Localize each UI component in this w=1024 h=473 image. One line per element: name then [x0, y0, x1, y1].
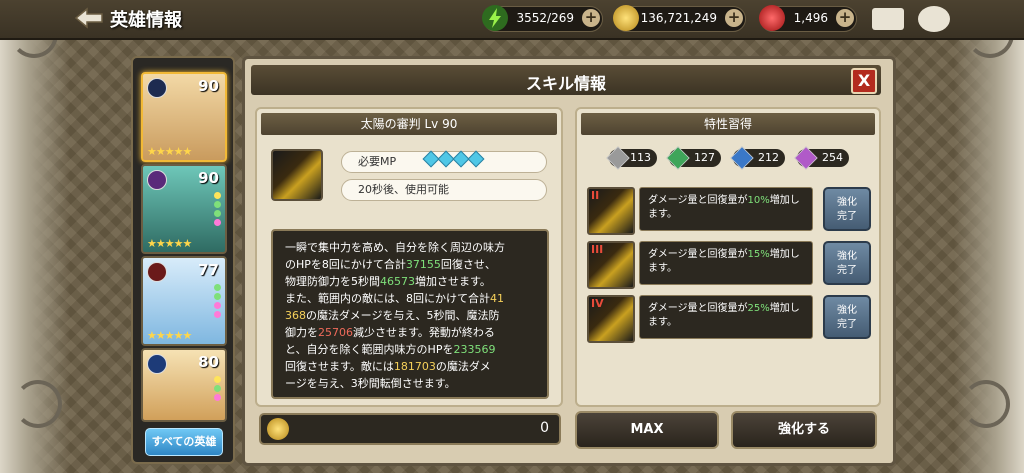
top-bar: 英雄情報 3552/269 + 136,721,249 + 1,496 + [0, 0, 1024, 40]
close-button[interactable]: X [851, 68, 877, 94]
ruby-icon [759, 5, 785, 31]
material-blue: 212 [730, 146, 785, 170]
hero-level: 90 [198, 77, 219, 95]
purple-material-icon [794, 146, 818, 170]
class-sword-icon [147, 170, 167, 190]
hero-card[interactable]: 77 ★★★★★ [141, 256, 227, 346]
trait-text: ダメージ量と回復量が15%増加し ます。 [639, 241, 813, 285]
skill-panel: 太陽の審判 Lv 90 必要MP 20秒後、使用可能 一瞬で集中力を高め、自分を… [255, 107, 563, 407]
mp-requirement: 必要MP [341, 150, 547, 173]
trait-title: 特性習得 [581, 113, 875, 135]
material-grey: 113 [606, 146, 657, 170]
mp-gems-icon [422, 150, 485, 168]
hero-stars: ★★★★★ [147, 237, 192, 250]
description-line: ージを与え、3秒間転倒させます。 [285, 377, 456, 390]
trait-icon: IV [587, 295, 635, 343]
trait-text: ダメージ量と回復量が10%増加し ます。 [639, 187, 813, 231]
add-gem-button[interactable]: + [836, 9, 854, 27]
green-material-icon [666, 146, 690, 170]
add-gold-button[interactable]: + [725, 9, 743, 27]
skill-name: 太陽の審判 Lv 90 [261, 113, 557, 135]
description-line: 物理防御力を5秒間46573増加させます。 [285, 275, 491, 288]
description-line: 368の魔法ダメージを与え、5秒間、魔法防 [285, 309, 500, 322]
left-ornament [0, 0, 70, 473]
hero-pips [214, 376, 222, 403]
trait-panel: 特性習得 113 127 212 254 II ダメージ量と回復量が10%増加し… [575, 107, 881, 407]
hero-stars: ★★★★★ [147, 329, 192, 342]
gold-cost-value: 0 [540, 420, 549, 436]
description-line: のHPを8回にかけて合計37155回復させ、 [285, 258, 496, 271]
mail-icon[interactable] [872, 8, 904, 30]
class-shield-icon [147, 78, 167, 98]
enhance-complete-button[interactable]: 強化 完了 [823, 241, 871, 285]
hero-pips [214, 284, 222, 320]
enhance-complete-button[interactable]: 強化 完了 [823, 187, 871, 231]
modal-title: スキル情報 [525, 74, 606, 93]
description-line: と、自分を除く範囲内味方のHPを233569 [285, 343, 496, 356]
gem-value: 1,496 [793, 11, 828, 25]
hero-card[interactable]: 90 ★★★★★ [141, 164, 227, 254]
hero-card[interactable]: 90 ★★★★★ [141, 72, 227, 162]
gold-counter: 136,721,249 + [613, 5, 746, 32]
stamina-value: 3552/269 [516, 11, 575, 25]
page-title: 英雄情報 [110, 10, 182, 31]
trait-icon: II [587, 187, 635, 235]
gold-cost-bar: 0 [259, 413, 561, 445]
gold-coin-icon [267, 418, 289, 440]
mp-label: 必要MP [358, 155, 397, 168]
hero-pips [214, 192, 222, 228]
hero-list[interactable]: 90 ★★★★★ 90 ★★★★★ 77 ★★★★★ 80 すべての英雄 [131, 56, 235, 464]
blue-material-icon [730, 146, 754, 170]
skill-info-modal: スキル情報 X 太陽の審判 Lv 90 必要MP 20秒後、使用可能 一瞬で集中… [242, 56, 896, 466]
grey-material-icon [606, 146, 630, 170]
gem-counter: 1,496 + [759, 5, 857, 32]
trait-icon: III [587, 241, 635, 289]
max-button[interactable]: MAX [575, 411, 719, 449]
class-staff-icon [147, 262, 167, 282]
chat-icon[interactable] [918, 6, 950, 32]
hero-level: 90 [198, 169, 219, 187]
hero-level: 80 [198, 353, 219, 371]
right-ornament [954, 0, 1024, 473]
description-line: また、範囲内の敵には、8回にかけて合計41 [285, 292, 504, 305]
trait-row: IV ダメージ量と回復量が25%増加し ます。 強化 完了 [587, 295, 881, 343]
material-purple: 254 [794, 146, 849, 170]
description-line: 御力を25706減少させます。発動が終わる [285, 326, 495, 339]
hero-level: 77 [198, 261, 219, 279]
lightning-icon [482, 5, 508, 31]
skill-description: 一瞬で集中力を高め、自分を除く周辺の味方 のHPを8回にかけて合計37155回復さ… [271, 229, 549, 399]
stamina-counter: 3552/269 + [482, 5, 603, 32]
all-heroes-button[interactable]: すべての英雄 [145, 428, 223, 456]
back-arrow-icon[interactable] [74, 6, 104, 30]
cooldown-text: 20秒後、使用可能 [341, 179, 547, 201]
description-line: 回復させます。敵には181703の魔法ダメ [285, 360, 491, 373]
trait-row: II ダメージ量と回復量が10%増加し ます。 強化 完了 [587, 187, 881, 235]
skill-icon [271, 149, 323, 201]
modal-header: スキル情報 X [251, 65, 881, 95]
enhance-button[interactable]: 強化する [731, 411, 877, 449]
material-green: 127 [666, 146, 721, 170]
trait-row: III ダメージ量と回復量が15%増加し ます。 強化 完了 [587, 241, 881, 289]
hero-card[interactable]: 80 [141, 348, 227, 422]
gold-value: 136,721,249 [640, 11, 717, 25]
description-line: 一瞬で集中力を高め、自分を除く周辺の味方 [285, 241, 505, 254]
hero-stars: ★★★★★ [147, 145, 192, 158]
enhance-complete-button[interactable]: 強化 完了 [823, 295, 871, 339]
gold-coin-icon [613, 5, 639, 31]
add-stamina-button[interactable]: + [582, 9, 600, 27]
trait-text: ダメージ量と回復量が25%増加し ます。 [639, 295, 813, 339]
class-dagger-icon [147, 354, 167, 374]
